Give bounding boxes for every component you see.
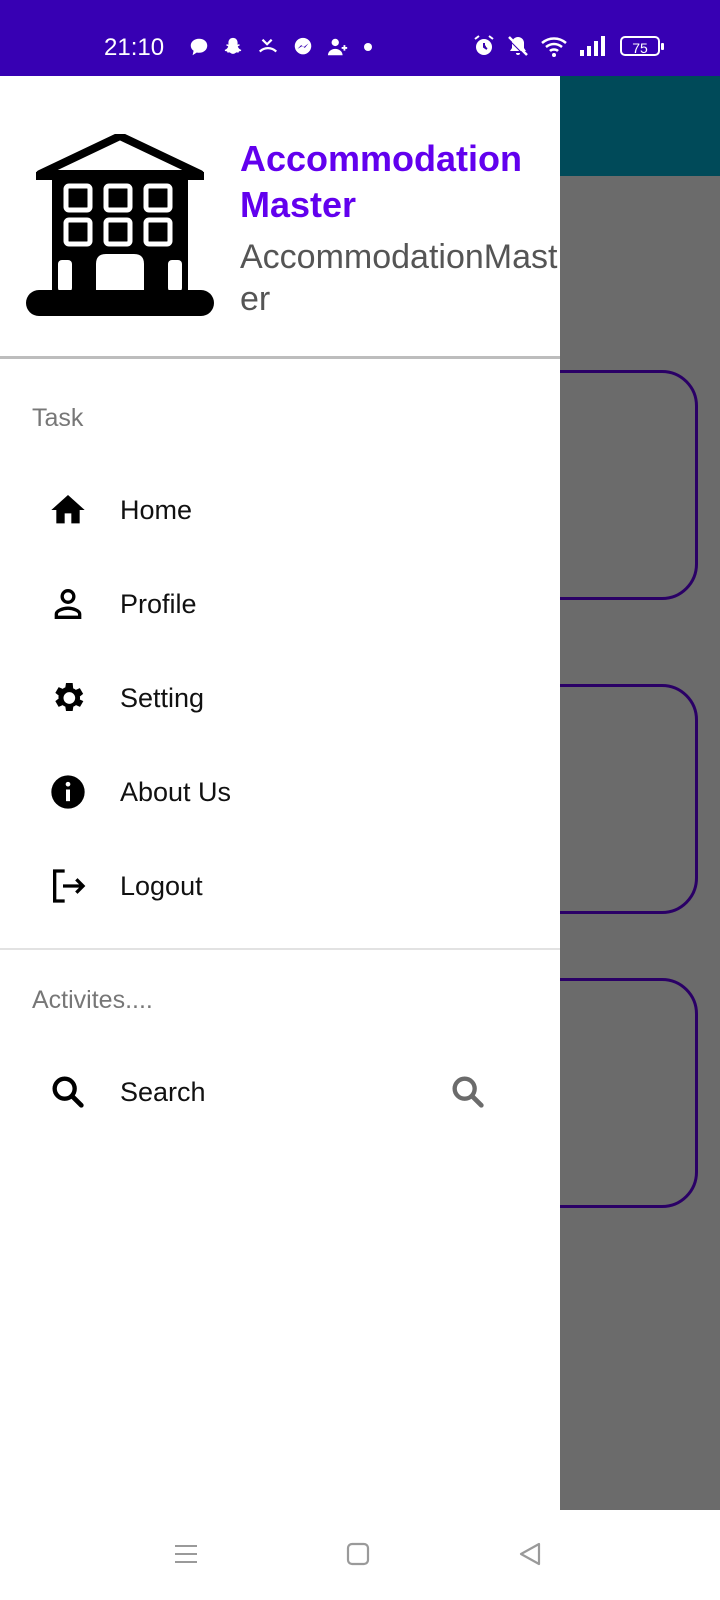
signal-icon — [580, 36, 605, 56]
drawer-item-label: Search — [120, 1076, 206, 1107]
section-divider — [0, 948, 560, 950]
system-icons — [472, 34, 608, 58]
chat-icon — [190, 38, 208, 56]
search-icon — [46, 1070, 90, 1114]
person-icon — [46, 582, 90, 626]
wifi-icon — [541, 37, 567, 57]
add-person-icon — [327, 38, 348, 56]
building-icon — [26, 134, 214, 316]
logout-icon — [46, 864, 90, 908]
alarm-icon — [474, 35, 494, 55]
drawer-item-label: Profile — [120, 588, 197, 619]
navigation-drawer: Accommodation Master AccommodationMaster… — [0, 76, 560, 1510]
section-label-task: Task — [32, 404, 84, 432]
drawer-item-home[interactable]: Home — [0, 470, 560, 550]
drawer-item-profile[interactable]: Profile — [0, 564, 560, 644]
mute-icon — [507, 36, 528, 57]
home-icon — [46, 488, 90, 532]
section-label-activities: Activites.... — [32, 986, 153, 1014]
gear-icon — [46, 676, 90, 720]
drawer-item-label: About Us — [120, 776, 232, 807]
header-divider — [0, 356, 560, 359]
info-icon — [46, 770, 90, 814]
system-nav-bar — [0, 1510, 720, 1600]
drawer-item-search[interactable]: Search — [0, 1052, 560, 1132]
drawer-item-logout[interactable]: Logout — [0, 846, 560, 926]
status-bar: 21:10 75 — [0, 0, 720, 76]
drawer-item-label: Logout — [120, 870, 203, 901]
messenger-icon — [294, 37, 312, 55]
missed-call-icon — [258, 38, 278, 53]
drawer-item-about-us[interactable]: About Us — [0, 752, 560, 832]
snapchat-icon — [224, 37, 242, 54]
status-time: 21:10 — [104, 34, 165, 61]
dot-icon — [364, 43, 372, 51]
app-subtitle: AccommodationMaster — [240, 238, 558, 318]
home-square-icon[interactable] — [338, 1534, 378, 1574]
drawer-item-setting[interactable]: Setting — [0, 658, 560, 738]
back-icon[interactable] — [510, 1534, 550, 1574]
drawer-item-label: Home — [120, 494, 193, 525]
notification-icons — [188, 36, 374, 58]
app-title: Accommodation Master — [240, 138, 523, 225]
drawer-item-label: Setting — [120, 682, 205, 713]
search-action-icon[interactable] — [446, 1070, 490, 1114]
battery-icon: 75 — [620, 36, 664, 56]
menu-icon[interactable] — [166, 1534, 206, 1574]
drawer-header: Accommodation Master AccommodationMaster — [0, 76, 560, 356]
